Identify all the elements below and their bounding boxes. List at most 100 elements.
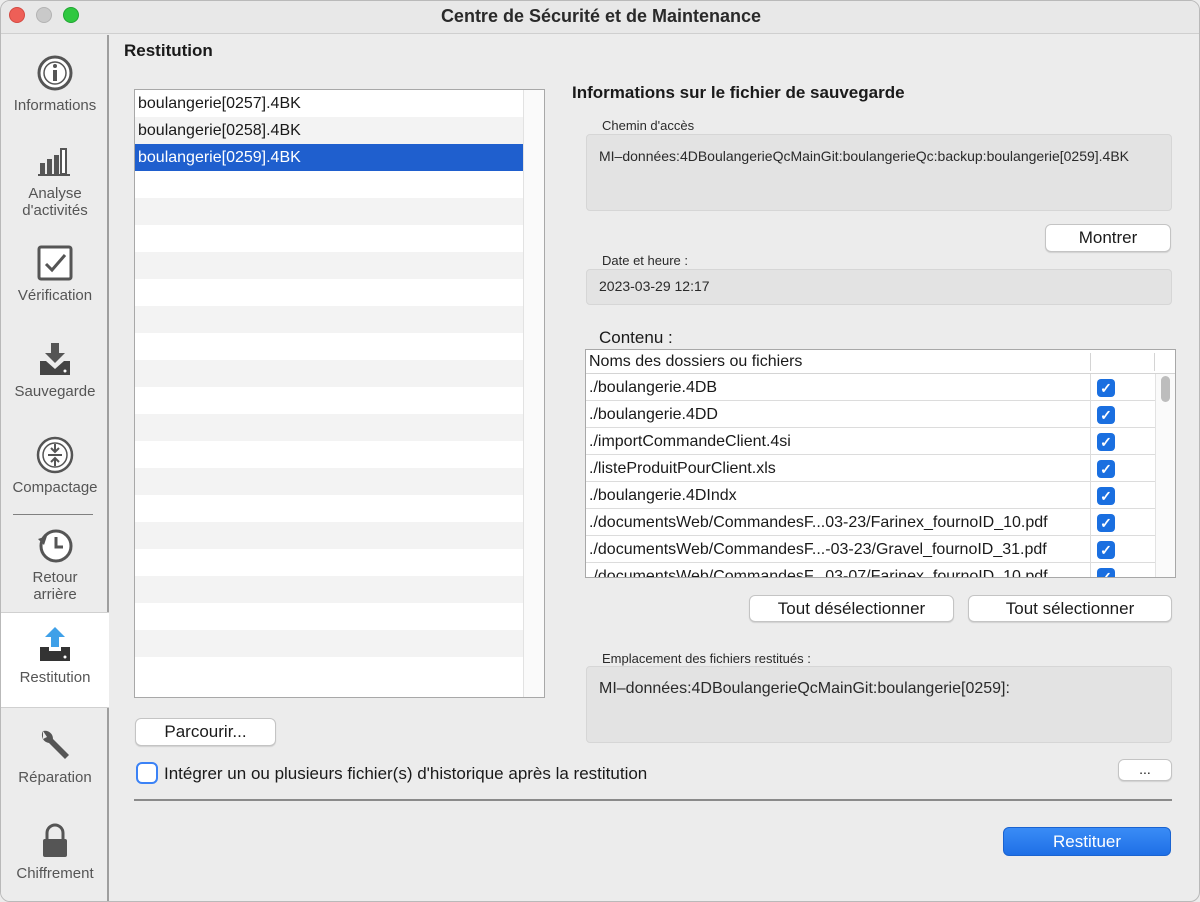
sidebar-item-label: Retour arrière xyxy=(32,569,78,603)
column-divider xyxy=(1090,563,1091,577)
column-header-names: Noms des dossiers ou fichiers xyxy=(589,353,803,370)
content-row[interactable]: ./boulangerie.4DD ✓ xyxy=(586,401,1155,428)
column-divider xyxy=(1090,455,1091,481)
empty-row xyxy=(135,522,523,549)
sidebar-item-verification[interactable]: Vérification xyxy=(1,243,109,304)
info-icon xyxy=(37,55,73,91)
bottom-separator xyxy=(134,799,1172,801)
content-row-checkbox[interactable]: ✓ xyxy=(1097,433,1115,451)
content-row-checkbox[interactable]: ✓ xyxy=(1097,379,1115,397)
window-title: Centre de Sécurité et de Maintenance xyxy=(440,6,762,26)
sidebar-item-sauvegarde[interactable]: Sauvegarde xyxy=(1,339,109,400)
content-row[interactable]: ./boulangerie.4DIndx ✓ xyxy=(586,482,1155,509)
column-divider xyxy=(1090,536,1091,562)
content-row-name: ./importCommandeClient.4si xyxy=(589,433,791,450)
backup-file-item[interactable]: boulangerie[0257].4BK xyxy=(135,90,523,117)
column-divider xyxy=(1090,482,1091,508)
content-label: Contenu : xyxy=(599,328,673,347)
content-row[interactable]: ./listeProduitPourClient.xls ✓ xyxy=(586,455,1155,482)
sidebar-item-chiffrement[interactable]: Chiffrement xyxy=(1,821,109,882)
sidebar-divider xyxy=(13,514,93,515)
sidebar-item-label: Compactage xyxy=(12,479,98,496)
column-divider xyxy=(1090,509,1091,535)
content-row-checkbox[interactable]: ✓ xyxy=(1097,568,1115,577)
content-row-name: ./boulangerie.4DIndx xyxy=(589,487,737,504)
restore-button[interactable]: Restituer xyxy=(1003,827,1171,856)
sidebar-item-label: Chiffrement xyxy=(16,865,94,882)
app-window: Centre de Sécurité et de Maintenance Inf… xyxy=(0,0,1200,902)
sidebar-item-label: Informations xyxy=(13,97,97,114)
content-row-checkbox[interactable]: ✓ xyxy=(1097,514,1115,532)
content-row-name: ./boulangerie.4DD xyxy=(589,406,718,423)
column-divider xyxy=(1090,353,1091,371)
sidebar-item-informations[interactable]: Informations xyxy=(1,53,109,114)
sidebar-item-label: Sauvegarde xyxy=(14,383,96,400)
file-list-scrollbar[interactable] xyxy=(523,90,544,697)
content-row[interactable]: ./documentsWeb/CommandesF...03-23/Farine… xyxy=(586,509,1155,536)
content-row-checkbox[interactable]: ✓ xyxy=(1097,487,1115,505)
content-row-name: ./documentsWeb/CommandesF...03-23/Farine… xyxy=(589,514,1048,531)
browse-button[interactable]: Parcourir... xyxy=(135,718,276,746)
empty-row xyxy=(135,360,523,387)
content-table[interactable]: Noms des dossiers ou fichiers ./boulange… xyxy=(585,349,1176,578)
rollback-clock-icon xyxy=(38,529,73,563)
sidebar-item-label: Restitution xyxy=(19,669,91,686)
restore-location-value: MI–données:4DBoulangerieQcMainGit:boulan… xyxy=(586,666,1172,743)
content-row-name: ./boulangerie.4DB xyxy=(589,379,718,396)
content-row[interactable]: ./boulangerie.4DB ✓ xyxy=(586,374,1155,401)
sidebar-item-reparation[interactable]: Réparation xyxy=(1,725,109,786)
wrench-icon xyxy=(41,730,69,759)
select-all-button[interactable]: Tout sélectionner xyxy=(968,595,1172,622)
backup-file-list[interactable]: boulangerie[0257].4BK boulangerie[0258].… xyxy=(134,89,545,698)
empty-row xyxy=(135,414,523,441)
empty-row xyxy=(135,468,523,495)
sidebar: Informations Analyse d'activités Vérific… xyxy=(1,35,109,901)
empty-row xyxy=(135,576,523,603)
content-row-name: ./documentsWeb/CommandesF...-03-23/Grave… xyxy=(589,541,1047,558)
path-label: Chemin d'accès xyxy=(602,118,695,133)
empty-row xyxy=(135,198,523,225)
show-button[interactable]: Montrer xyxy=(1045,224,1171,252)
title-bar: Centre de Sécurité et de Maintenance xyxy=(1,1,1199,34)
content-row-name: ./documentsWeb/CommandesF...03-07/Farine… xyxy=(589,568,1048,578)
empty-row xyxy=(135,630,523,657)
upload-drive-icon xyxy=(40,627,70,661)
content-row[interactable]: ./documentsWeb/CommandesF...-03-23/Grave… xyxy=(586,536,1155,563)
content-row[interactable]: ./documentsWeb/CommandesF...03-07/Farine… xyxy=(586,563,1155,578)
integrate-log-label[interactable]: Intégrer un ou plusieurs fichier(s) d'hi… xyxy=(164,764,647,784)
sidebar-item-label: Réparation xyxy=(18,769,92,786)
info-section-title: Informations sur le fichier de sauvegard… xyxy=(572,83,905,102)
content-row-name: ./listeProduitPourClient.xls xyxy=(589,460,776,477)
restore-location-label: Emplacement des fichiers restitués : xyxy=(602,651,811,666)
content-table-scrollbar[interactable] xyxy=(1155,374,1175,577)
empty-row xyxy=(135,252,523,279)
content-row-checkbox[interactable]: ✓ xyxy=(1097,406,1115,424)
compact-icon xyxy=(36,436,74,474)
sidebar-item-compactage[interactable]: Compactage xyxy=(1,435,109,496)
column-divider xyxy=(1154,353,1155,371)
deselect-all-button[interactable]: Tout désélectionner xyxy=(749,595,954,622)
content-row-checkbox[interactable]: ✓ xyxy=(1097,460,1115,478)
content-row[interactable]: ./importCommandeClient.4si ✓ xyxy=(586,428,1155,455)
column-divider xyxy=(1090,401,1091,427)
scrollbar-thumb[interactable] xyxy=(1161,376,1170,402)
date-label: Date et heure : xyxy=(602,253,688,268)
sidebar-item-analyse[interactable]: Analyse d'activités xyxy=(1,141,109,219)
checkbox-icon xyxy=(37,245,73,281)
content-table-header: Noms des dossiers ou fichiers xyxy=(586,350,1175,374)
sidebar-item-retour-arriere[interactable]: Retour arrière xyxy=(1,525,109,603)
backup-file-item[interactable]: boulangerie[0258].4BK xyxy=(135,117,523,144)
content-row-checkbox[interactable]: ✓ xyxy=(1097,541,1115,559)
sidebar-item-restitution[interactable]: Restitution xyxy=(1,612,109,708)
column-divider xyxy=(1090,374,1091,400)
choose-location-button[interactable]: ... xyxy=(1118,759,1172,781)
backup-file-item-selected[interactable]: boulangerie[0259].4BK xyxy=(135,144,523,171)
download-drive-icon xyxy=(40,343,70,375)
sidebar-item-label: Vérification xyxy=(17,287,93,304)
integrate-log-checkbox[interactable] xyxy=(136,762,158,784)
section-title: Restitution xyxy=(124,41,213,60)
empty-row xyxy=(135,306,523,333)
path-value: MI–données:4DBoulangerieQcMainGit:boulan… xyxy=(586,134,1172,211)
bar-chart-icon xyxy=(38,148,70,176)
lock-icon xyxy=(43,823,67,857)
